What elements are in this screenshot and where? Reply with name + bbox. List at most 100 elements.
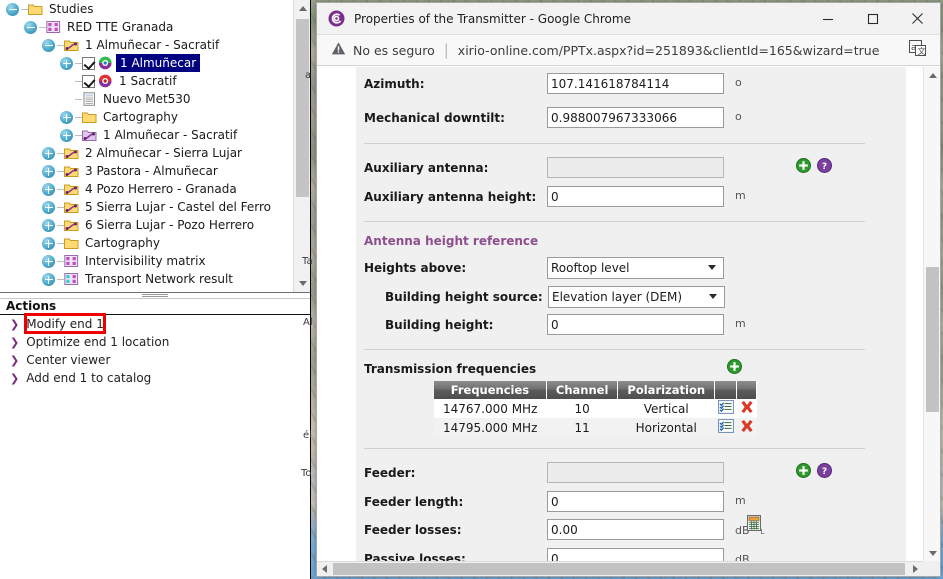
collapse-icon[interactable] [6, 2, 19, 16]
delete-frequency-icon[interactable] [736, 399, 757, 418]
tree-item-label: 1 Almuñecar - Sacratif [85, 38, 220, 52]
tree-item[interactable]: 5 Sierra Lujar - Castel del Ferro [0, 198, 292, 216]
azimuth-input[interactable] [547, 73, 724, 94]
collapse-icon[interactable] [42, 38, 55, 52]
tree-item-label: 1 Almuñecar - Sacratif [103, 128, 238, 142]
tree-connector [75, 134, 82, 136]
studies-tree[interactable]: Studies RED TTE Granada 1 Almuñecar - Sacr… [0, 0, 292, 292]
feeder-losses-calculator-icon[interactable]: L [747, 515, 765, 538]
tree-item[interactable]: 1 Almuñecar - Sacratif [0, 126, 292, 144]
feeder-length-input[interactable] [547, 491, 724, 512]
close-button[interactable] [895, 3, 940, 35]
add-feeder-icon[interactable] [796, 463, 811, 478]
maximize-button[interactable] [850, 3, 895, 35]
tree-item[interactable]: Intervisibility matrix [0, 252, 292, 270]
action-item[interactable]: ❯ Optimize end 1 location [0, 333, 310, 351]
auxiliary-antenna-input[interactable] [547, 157, 724, 178]
minimize-button[interactable] [805, 3, 850, 35]
add-auxiliary-antenna-icon[interactable] [796, 158, 811, 173]
mechanical-downtilt-input[interactable] [547, 107, 724, 128]
page-vertical-scrollbar[interactable] [923, 67, 940, 562]
help-feeder-icon[interactable]: ? [817, 463, 832, 478]
section-antenna-height-reference: Antenna height reference [364, 230, 538, 252]
auxiliary-antenna-height-input[interactable] [547, 186, 724, 207]
tree-item-label: 5 Sierra Lujar - Castel del Ferro [85, 200, 271, 214]
expand-icon[interactable] [42, 254, 55, 268]
edit-frequency-icon[interactable] [714, 418, 737, 437]
action-item[interactable]: ❯ Center viewer [0, 351, 310, 369]
tree-item[interactable]: 2 Almuñecar - Sierra Lujar [0, 144, 292, 162]
expand-icon[interactable] [42, 146, 55, 160]
tree-scrollbar-thumb[interactable] [296, 19, 309, 197]
page-scroll-right-button[interactable] [908, 562, 923, 576]
action-item[interactable]: ❯ Modify end 1 [0, 315, 310, 333]
building-height-source-select[interactable]: Elevation layer (DEM) [548, 286, 725, 308]
section-transmission-frequencies: Transmission frequencies [364, 358, 536, 380]
chrome-address-bar[interactable]: No es seguro | xirio-online.com/PPTx.asp… [317, 35, 940, 66]
tree-item[interactable]: 4 Pozo Herrero - Granada [0, 180, 292, 198]
chrome-titlebar[interactable]: Properties of the Transmitter - Google C… [317, 3, 940, 35]
translate-icon[interactable]: a 文 [909, 40, 927, 60]
tree-item-checkbox[interactable] [82, 56, 95, 70]
add-frequency-icon[interactable] [727, 359, 742, 374]
divider-3 [364, 349, 865, 350]
heights-above-select[interactable]: Rooftop level [547, 257, 724, 279]
feeder-losses-input[interactable] [547, 519, 724, 540]
building-height-unit: m [735, 317, 746, 330]
frequency-cell-channel: 10 [546, 399, 618, 418]
frequency-cell-polarization: Vertical [617, 399, 715, 418]
expand-icon[interactable] [42, 164, 55, 178]
page-scrollbar-thumb[interactable] [926, 267, 939, 412]
page-hscrollbar-thumb[interactable] [333, 563, 905, 575]
auxiliary-antenna-height-label: Auxiliary antenna height: [364, 190, 537, 204]
tree-item[interactable]: 1 Almuñecar - Sacratif [0, 36, 292, 54]
tree-item[interactable]: Nuevo Met530 [0, 90, 292, 108]
tree-item[interactable]: 1 Almuñecar [0, 54, 292, 72]
expand-icon[interactable] [60, 110, 73, 124]
building-height-input[interactable] [547, 314, 724, 335]
expand-icon[interactable] [60, 128, 73, 142]
action-item[interactable]: ❯ Add end 1 to catalog [0, 369, 310, 387]
tree-item[interactable]: Studies [0, 0, 292, 18]
tree-scroll-up-button[interactable] [294, 0, 310, 17]
divider-1 [364, 143, 865, 144]
tree-item-label: Nuevo Met530 [103, 92, 191, 106]
tree-item[interactable]: Cartography [0, 108, 292, 126]
tree-item[interactable]: Cartography [0, 234, 292, 252]
tree-item-checkbox[interactable] [82, 74, 95, 88]
page-horizontal-scrollbar[interactable] [317, 561, 940, 576]
tree-item-label: 1 Sacratif [119, 74, 177, 88]
tree-item[interactable]: 1 Sacratif [0, 72, 292, 90]
explorer-panel: Studies RED TTE Granada 1 Almuñecar - Sacr… [0, 0, 311, 579]
expand-icon[interactable] [42, 218, 55, 232]
expand-icon[interactable] [42, 182, 55, 196]
feeder-input[interactable] [547, 462, 724, 483]
tree-vertical-scrollbar[interactable] [293, 0, 310, 292]
tree-item[interactable]: RED TTE Granada [0, 18, 292, 36]
page-scroll-down-button[interactable] [924, 545, 941, 562]
chrome-window: Properties of the Transmitter - Google C… [316, 2, 941, 577]
edit-frequency-icon[interactable] [714, 399, 737, 418]
tree-item[interactable]: 3 Pastora - Almuñecar [0, 162, 292, 180]
mechanical-downtilt-label: Mechanical downtilt: [364, 111, 505, 125]
expand-icon[interactable] [42, 272, 55, 286]
help-auxiliary-antenna-icon[interactable]: ? [817, 158, 832, 173]
tree-item[interactable]: 6 Sierra Lujar - Pozo Herrero [0, 216, 292, 234]
address-url-text[interactable]: xirio-online.com/PPTx.aspx?id=251893&cli… [458, 43, 909, 58]
collapse-icon[interactable] [24, 20, 37, 34]
tree-item[interactable]: Transport Network result [0, 270, 292, 288]
divider-4 [364, 448, 865, 449]
tree-scroll-down-button[interactable] [294, 275, 310, 292]
panel-splitter[interactable] [0, 292, 310, 299]
azimuth-unit: o [735, 76, 742, 89]
expand-icon[interactable] [42, 200, 55, 214]
delete-frequency-icon[interactable] [736, 418, 757, 437]
expand-icon[interactable] [60, 56, 73, 70]
tree-connector [75, 98, 82, 100]
page-scroll-left-button[interactable] [317, 562, 332, 576]
expand-icon[interactable] [42, 236, 55, 250]
page-scroll-up-button[interactable] [924, 67, 941, 84]
